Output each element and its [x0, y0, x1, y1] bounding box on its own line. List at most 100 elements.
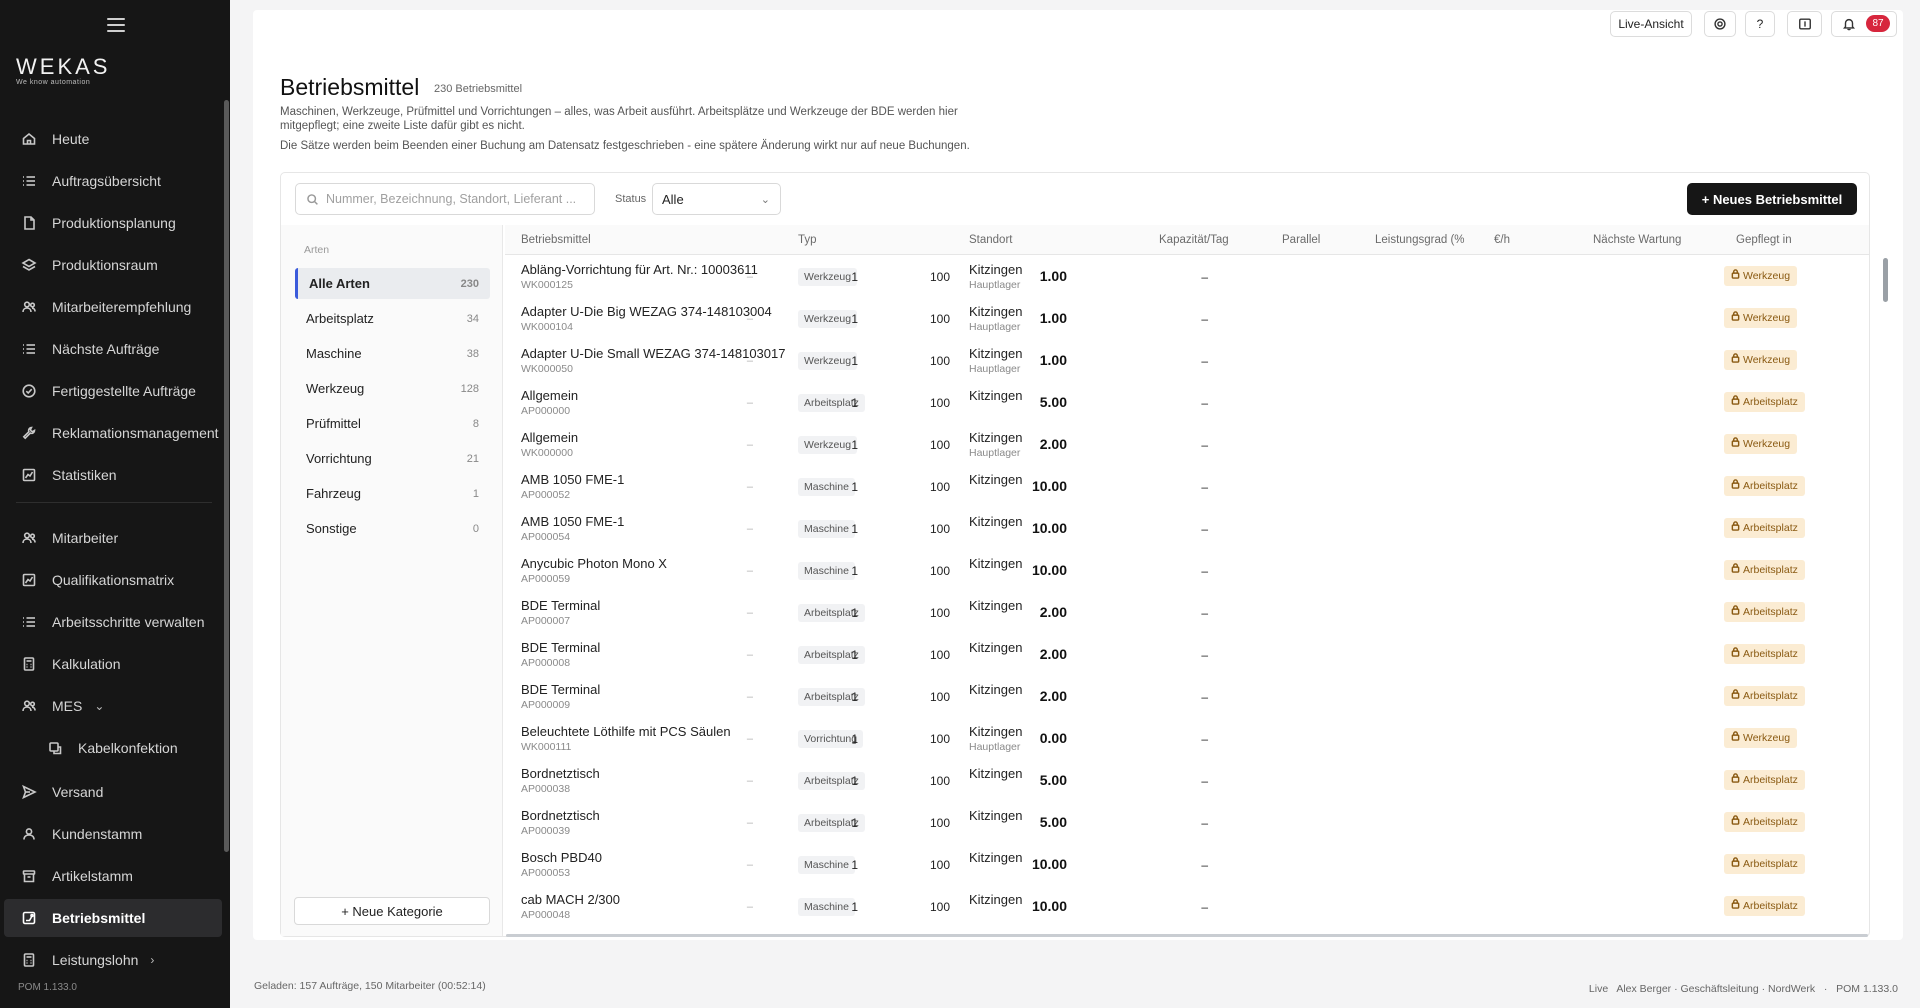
sidebar-item-heute[interactable]: Heute [4, 120, 222, 158]
col-header-leistungsgrad[interactable]: Leistungsgrad (% [1375, 234, 1465, 246]
category-item-alle-arten[interactable]: Alle Arten 230 [295, 268, 490, 299]
maintained-in-badge[interactable]: Arbeitsplatz [1724, 602, 1805, 622]
sidebar-item-kalkulation[interactable]: Kalkulation [4, 645, 222, 683]
table-row[interactable]: BDE Terminal AP000009 Arbeitsplatz Kitzinge… [505, 675, 1869, 717]
maintained-in-badge[interactable]: Arbeitsplatz [1724, 686, 1805, 706]
table-row[interactable]: Beleuchtete Löthilfe mit PCS Säulen WK000… [505, 717, 1869, 759]
capacity-value: – [746, 817, 753, 829]
category-item-prüfmittel[interactable]: Prüfmittel 8 [295, 408, 490, 439]
table-row[interactable]: Allgemein WK000000 Werkzeug Kitzingen Hauptl… [505, 423, 1869, 465]
page-description: Maschinen, Werkzeuge, Prüfmittel und Vor… [280, 106, 958, 132]
maintained-in-badge[interactable]: Arbeitsplatz [1724, 896, 1805, 916]
maintained-in-badge[interactable]: Werkzeug [1724, 728, 1798, 748]
menu-icon[interactable] [107, 18, 125, 32]
table-row[interactable]: Bordnetztisch AP000038 Arbeitsplatz Kitzing… [505, 759, 1869, 801]
lock-icon [1731, 644, 1743, 664]
maintained-in-badge[interactable]: Werkzeug [1724, 350, 1798, 370]
sidebar-item-statistiken[interactable]: Statistiken [4, 456, 222, 494]
capacity-value: – [746, 901, 753, 913]
maintained-in-badge[interactable]: Werkzeug [1724, 434, 1798, 454]
col-header-standort[interactable]: Standort [969, 234, 1012, 246]
hourly-rate: 10.00 [1031, 562, 1067, 578]
lock-icon [1731, 602, 1743, 622]
sidebar-item-kabelkonfektion[interactable]: Kabelkonfektion [4, 729, 222, 767]
table-row[interactable]: BDE Terminal AP000008 Arbeitsplatz Kitzinge… [505, 633, 1869, 675]
sidebar-item-kundenstamm[interactable]: Kundenstamm [4, 815, 222, 853]
table-row[interactable]: Bosch PBD40 AP000053 Maschine Kitzingen – 1 10… [505, 843, 1869, 885]
capacity-value: – [746, 313, 753, 325]
sidebar-item-nächste-aufträge[interactable]: Nächste Aufträge [4, 330, 222, 368]
col-header-kapazitaet[interactable]: Kapazität/Tag [1159, 234, 1229, 246]
category-item-werkzeug[interactable]: Werkzeug 128 [295, 373, 490, 404]
maintained-in-badge[interactable]: Arbeitsplatz [1724, 812, 1805, 832]
table-row[interactable]: Adapter U-Die Big WEZAG 374-148103004 WK0… [505, 297, 1869, 339]
sidebar-item-arbeitsschritte-verwalten[interactable]: Arbeitsschritte verwalten [4, 603, 222, 641]
table-row[interactable]: Adapter U-Die Small WEZAG 374-148103017 W… [505, 339, 1869, 381]
sidebar-item-artikelstamm[interactable]: Artikelstamm [4, 857, 222, 895]
layers-icon [20, 256, 38, 274]
table-scrollbar[interactable] [1883, 258, 1888, 302]
help-button[interactable]: ? [1745, 11, 1775, 37]
maintained-in-badge[interactable]: Werkzeug [1724, 308, 1798, 328]
category-item-sonstige[interactable]: Sonstige 0 [295, 513, 490, 544]
sidebar-item-label: Reklamationsmanagement [52, 425, 219, 441]
table-row[interactable]: Allgemein AP000000 Arbeitsplatz Kitzingen – 1… [505, 381, 1869, 423]
sidebar-item-qualifikationsmatrix[interactable]: Qualifikationsmatrix [4, 561, 222, 599]
sidebar-item-mes[interactable]: MES ⌄ [4, 687, 222, 725]
sidebar-item-label: Kundenstamm [52, 826, 143, 842]
maintained-in-badge[interactable]: Arbeitsplatz [1724, 392, 1805, 412]
sidebar-item-betriebsmittel[interactable]: Betriebsmittel [4, 899, 222, 937]
sidebar-item-reklamationsmanagement[interactable]: Reklamationsmanagement [4, 414, 222, 452]
search-box[interactable] [295, 183, 595, 215]
category-item-arbeitsplatz[interactable]: Arbeitsplatz 34 [295, 303, 490, 334]
col-header-gepflegt[interactable]: Gepflegt in [1736, 234, 1792, 246]
sidebar-item-fertiggestellte-aufträge[interactable]: Fertiggestellte Aufträge [4, 372, 222, 410]
sidebar-item-produktionsraum[interactable]: Produktionsraum [4, 246, 222, 284]
user-icon [20, 825, 38, 843]
table-row[interactable]: AMB 1050 FME-1 AP000054 Maschine Kitzingen –… [505, 507, 1869, 549]
table-row[interactable]: Bordnetztisch AP000039 Arbeitsplatz Kitzing… [505, 801, 1869, 843]
sidebar-item-mitarbeiterempfehlung[interactable]: Mitarbeiterempfehlung [4, 288, 222, 326]
sidebar-scrollbar[interactable] [224, 100, 229, 852]
table-row[interactable]: Anycubic Photon Mono X AP000059 Maschine Ki… [505, 549, 1869, 591]
table-row[interactable]: BDE Terminal AP000007 Arbeitsplatz Kitzinge… [505, 591, 1869, 633]
live-view-button[interactable]: Live-Ansicht [1610, 11, 1692, 37]
status-select[interactable]: Alle ⌄ [652, 183, 781, 215]
capacity-value: – [746, 775, 753, 787]
col-header-typ[interactable]: Typ [798, 234, 817, 246]
category-item-vorrichtung[interactable]: Vorrichtung 21 [295, 443, 490, 474]
sidebar-item-label: Produktionsraum [52, 257, 158, 273]
maintained-in-badge[interactable]: Arbeitsplatz [1724, 770, 1805, 790]
settings-button[interactable] [1704, 11, 1736, 37]
maintained-in-badge[interactable]: Arbeitsplatz [1724, 518, 1805, 538]
next-maintenance: – [1201, 900, 1208, 914]
new-equipment-button[interactable]: + Neues Betriebsmittel [1687, 183, 1857, 215]
maintained-in-badge[interactable]: Arbeitsplatz [1724, 854, 1805, 874]
col-header-eur[interactable]: €/h [1494, 234, 1510, 246]
col-header-name[interactable]: Betriebsmittel [521, 234, 591, 246]
table-row[interactable]: Abläng-Vorrichtung für Art. Nr.: 1000361… [505, 255, 1869, 297]
new-category-button[interactable]: + Neue Kategorie [294, 897, 490, 925]
sidebar-item-auftragsübersicht[interactable]: Auftragsübersicht [4, 162, 222, 200]
category-count: 38 [466, 347, 479, 360]
search-input[interactable] [326, 192, 586, 206]
table-row[interactable]: cab MACH 2/300 AP000048 Maschine Kitzingen –… [505, 885, 1869, 927]
location: Kitzingen [969, 850, 1023, 865]
sub-location: Hauptlager [969, 447, 1021, 459]
maintained-in-badge[interactable]: Arbeitsplatz [1724, 644, 1805, 664]
maintained-in-badge[interactable]: Arbeitsplatz [1724, 476, 1805, 496]
layout-button[interactable] [1787, 11, 1822, 37]
col-header-wartung[interactable]: Nächste Wartung [1593, 234, 1681, 246]
maintained-in-badge[interactable]: Werkzeug [1724, 266, 1798, 286]
category-item-maschine[interactable]: Maschine 38 [295, 338, 490, 369]
sidebar-item-leistungslohn[interactable]: Leistungslohn › [4, 941, 222, 978]
table-horizontal-scrollbar[interactable] [506, 934, 1868, 937]
category-item-fahrzeug[interactable]: Fahrzeug 1 [295, 478, 490, 509]
sidebar-item-versand[interactable]: Versand [4, 773, 222, 811]
sidebar-item-mitarbeiter[interactable]: Mitarbeiter [4, 519, 222, 557]
location: Kitzingen [969, 388, 1023, 403]
col-header-parallel[interactable]: Parallel [1282, 234, 1320, 246]
sidebar-item-produktionsplanung[interactable]: Produktionsplanung [4, 204, 222, 242]
maintained-in-badge[interactable]: Arbeitsplatz [1724, 560, 1805, 580]
table-row[interactable]: AMB 1050 FME-1 AP000052 Maschine Kitzingen –… [505, 465, 1869, 507]
